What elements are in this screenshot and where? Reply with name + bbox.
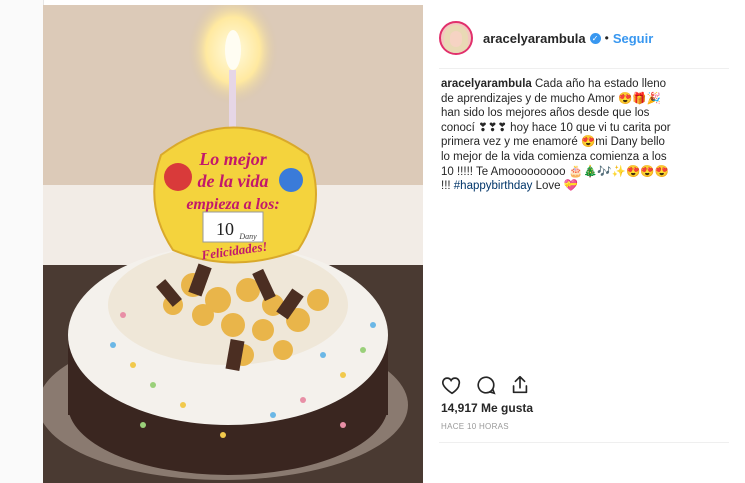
post-sidebar: aracelyarambula ✓ • Seguir aracelyarambu…	[423, 0, 745, 483]
post-timestamp[interactable]: HACE 10 HORAS	[441, 422, 509, 431]
header-divider	[439, 68, 729, 69]
caption-username[interactable]: aracelyarambula	[441, 78, 532, 90]
likes-count[interactable]: 14,917 Me gusta	[441, 401, 533, 415]
topper-line-1: Lo mejor	[198, 149, 267, 169]
post-photo[interactable]: Lo mejor de la vida empieza a los: 10 Da…	[43, 5, 423, 483]
post-caption: aracelyarambula Cada año ha estado lleno…	[441, 77, 671, 194]
header-username[interactable]: aracelyarambula	[483, 31, 586, 46]
follow-button[interactable]: Seguir	[613, 31, 653, 46]
cake-illustration: Lo mejor de la vida empieza a los: 10 Da…	[43, 5, 423, 483]
verified-badge-icon: ✓	[589, 32, 601, 44]
heart-icon[interactable]	[441, 374, 463, 396]
avatar[interactable]	[439, 21, 473, 55]
post-header: aracelyarambula ✓ • Seguir	[439, 18, 739, 58]
caption-tail: Love 💝	[532, 180, 579, 193]
topper-line-3: empieza a los:	[186, 196, 279, 213]
topper-line-2: de la vida	[198, 171, 269, 191]
caption-text: Cada año ha estado lleno de aprendizajes…	[441, 78, 671, 193]
hashtag-link[interactable]: #happybirthday	[454, 180, 533, 192]
separator-dot: •	[604, 31, 609, 45]
share-icon[interactable]	[509, 374, 531, 396]
action-bar	[441, 374, 531, 396]
comment-divider	[439, 442, 729, 443]
comment-icon[interactable]	[475, 374, 497, 396]
topper-number: 10	[216, 219, 234, 239]
